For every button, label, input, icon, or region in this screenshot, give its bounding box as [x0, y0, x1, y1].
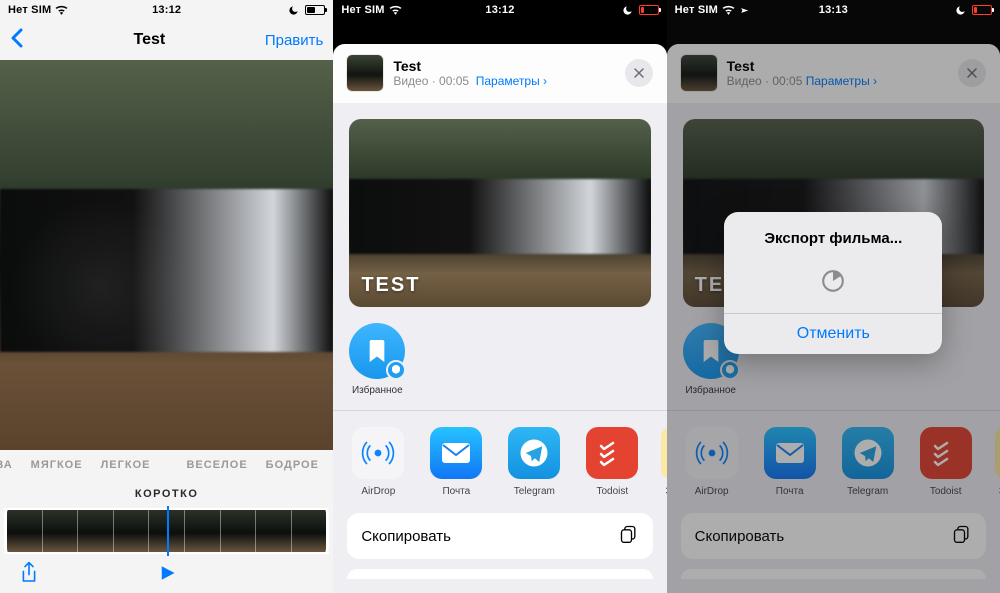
- app-mail[interactable]: Почта: [427, 427, 485, 497]
- app-label: Telegram: [514, 486, 555, 497]
- modal-title: Экспорт фильма...: [724, 212, 942, 255]
- moon-icon: [622, 5, 633, 16]
- video-preview[interactable]: [0, 60, 333, 450]
- favorite-label: Избранное: [352, 385, 403, 396]
- action-label: Скопировать: [361, 528, 451, 545]
- filter-strip[interactable]: ТВА МЯГКОЕ ЛЕГКОЕ ВЕСЕЛОЕ БОДРОЕ Э: [0, 450, 333, 480]
- timeline[interactable]: [4, 508, 329, 554]
- app-label: AirDrop: [361, 486, 395, 497]
- apps-row[interactable]: AirDrop Почта Telegram: [333, 411, 666, 513]
- app-label: Todoist: [596, 486, 628, 497]
- preview-caption: TEST: [361, 274, 420, 297]
- wifi-icon: [55, 5, 68, 15]
- battery-icon: [639, 5, 659, 15]
- copy-action[interactable]: Скопировать: [347, 513, 652, 559]
- clock: 13:12: [485, 4, 514, 16]
- share-title: Test: [393, 58, 614, 74]
- filter-item[interactable]: БОДРОЕ: [266, 459, 319, 471]
- favorite-contact[interactable]: Избранное: [349, 323, 405, 396]
- export-modal: Экспорт фильма... Отменить: [724, 212, 942, 354]
- airdrop-icon: [352, 427, 404, 479]
- progress-icon: [724, 255, 942, 313]
- actions-list: Скопировать: [333, 513, 666, 579]
- share-options-link[interactable]: Параметры ›: [476, 74, 547, 88]
- back-button[interactable]: [10, 28, 34, 53]
- favorites-row: Избранное: [333, 307, 666, 402]
- playhead[interactable]: [167, 506, 169, 556]
- copy-icon: [619, 524, 639, 548]
- app-label: Почта: [442, 486, 470, 497]
- app-todoist[interactable]: Todoist: [583, 427, 641, 497]
- battery-icon: [305, 5, 325, 15]
- share-button[interactable]: [16, 560, 42, 586]
- clock: 13:12: [152, 4, 181, 16]
- share-header: Test Видео · 00:05 Параметры ›: [333, 44, 666, 103]
- todoist-icon: [586, 427, 638, 479]
- preview-card: TEST: [349, 119, 650, 307]
- close-button[interactable]: [625, 59, 653, 87]
- filter-subtitle: КОРОТКО: [0, 480, 333, 508]
- bottom-toolbar: [0, 554, 333, 586]
- share-sheet: Test Видео · 00:05 Параметры › TEST: [333, 44, 666, 593]
- cancel-button[interactable]: Отменить: [724, 313, 942, 354]
- share-subtitle: Видео · 00:05 Параметры ›: [393, 74, 614, 88]
- filter-item[interactable]: ТВА: [0, 459, 13, 471]
- carrier-label: Нет SIM: [341, 4, 384, 16]
- filter-item[interactable]: ЛЕГКОЕ: [101, 459, 151, 471]
- app-telegram[interactable]: Telegram: [505, 427, 563, 497]
- app-airdrop[interactable]: AirDrop: [349, 427, 407, 497]
- status-bar: Нет SIM 13:12: [0, 0, 333, 20]
- mail-icon: [430, 427, 482, 479]
- carrier-label: Нет SIM: [8, 4, 51, 16]
- telegram-icon: [508, 427, 560, 479]
- bookmark-icon: [349, 323, 405, 379]
- page-title: Test: [34, 31, 265, 49]
- status-bar: Нет SIM 13:12: [333, 0, 666, 20]
- next-row-peek: [347, 569, 652, 579]
- edit-button[interactable]: Править: [265, 32, 324, 49]
- moon-icon: [288, 5, 299, 16]
- share-thumbnail: [347, 55, 383, 91]
- filter-item[interactable]: МЯГКОЕ: [31, 459, 83, 471]
- filter-item[interactable]: ВЕСЕЛОЕ: [186, 459, 247, 471]
- wifi-icon: [389, 5, 402, 15]
- play-button[interactable]: [154, 560, 180, 586]
- nav-bar: Test Править: [0, 20, 333, 60]
